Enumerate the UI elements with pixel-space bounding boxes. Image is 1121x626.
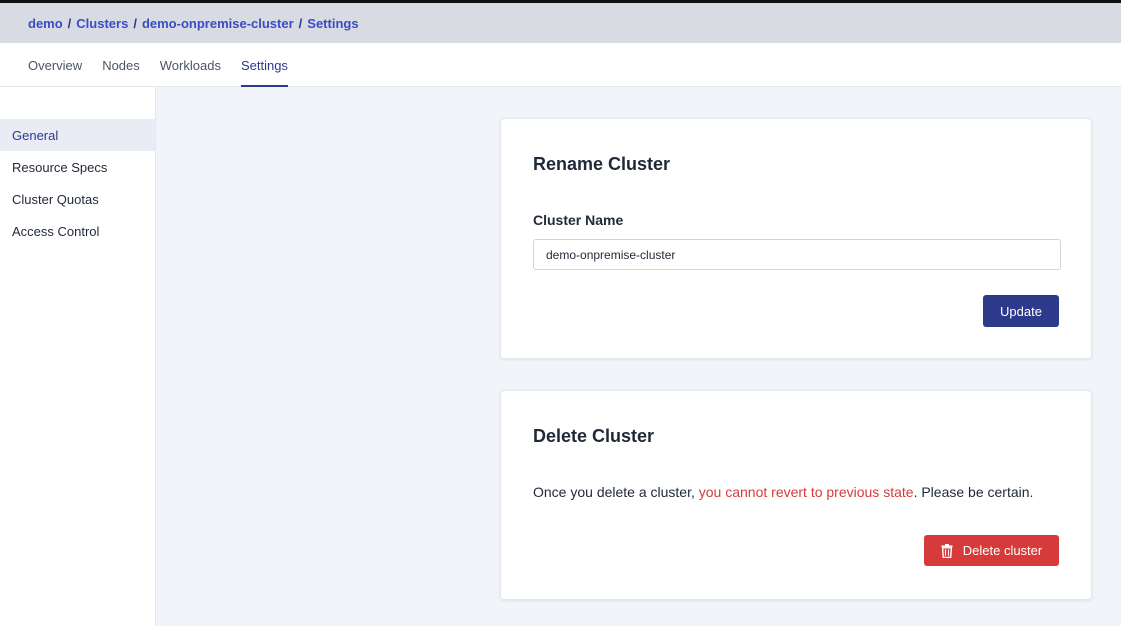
sidebar-item-cluster-quotas[interactable]: Cluster Quotas xyxy=(0,183,155,215)
tab-workloads[interactable]: Workloads xyxy=(160,43,221,87)
breadcrumb-clusters[interactable]: Clusters xyxy=(76,16,128,31)
breadcrumb-demo[interactable]: demo xyxy=(28,16,63,31)
sidebar-item-general[interactable]: General xyxy=(0,119,155,151)
breadcrumb-settings[interactable]: Settings xyxy=(307,16,358,31)
delete-warning-text: Once you delete a cluster, you cannot re… xyxy=(533,484,1033,500)
tab-bar: Overview Nodes Workloads Settings xyxy=(0,43,1121,87)
rename-cluster-card: Rename Cluster Cluster Name Update xyxy=(500,118,1092,359)
delete-cluster-label: Delete cluster xyxy=(962,543,1043,558)
cluster-name-label: Cluster Name xyxy=(533,212,624,228)
sidebar-item-access-control[interactable]: Access Control xyxy=(0,215,155,247)
update-button[interactable]: Update xyxy=(983,295,1059,327)
breadcrumb-separator: / xyxy=(298,15,303,31)
breadcrumb-separator: / xyxy=(133,15,137,31)
delete-warning-prefix: Once you delete a cluster, xyxy=(533,484,699,500)
delete-cluster-title: Delete Cluster xyxy=(533,426,655,446)
rename-cluster-title: Rename Cluster xyxy=(533,154,671,174)
tab-settings[interactable]: Settings xyxy=(240,43,288,87)
delete-warning-emphasis: you cannot revert to previous state xyxy=(698,484,914,500)
breadcrumb: demo / Clusters / demo-onpremise-cluster… xyxy=(0,3,1121,43)
tab-nodes[interactable]: Nodes xyxy=(102,43,140,87)
cluster-name-input[interactable] xyxy=(533,239,1061,270)
delete-cluster-card: Delete Cluster Once you delete a cluster… xyxy=(500,390,1092,600)
breadcrumb-cluster[interactable]: demo-onpremise-cluster xyxy=(142,16,294,31)
settings-sidebar: General Resource Specs Cluster Quotas Ac… xyxy=(0,87,156,626)
tab-overview[interactable]: Overview xyxy=(28,43,82,87)
breadcrumb-separator: / xyxy=(67,15,72,31)
delete-warning-suffix: . Please be certain. xyxy=(913,484,1034,500)
sidebar-item-resource-specs[interactable]: Resource Specs xyxy=(0,151,155,183)
main-content: Rename Cluster Cluster Name Update Delet… xyxy=(156,87,1121,626)
delete-cluster-button[interactable]: Delete cluster xyxy=(924,535,1059,566)
trash-icon xyxy=(941,543,953,558)
